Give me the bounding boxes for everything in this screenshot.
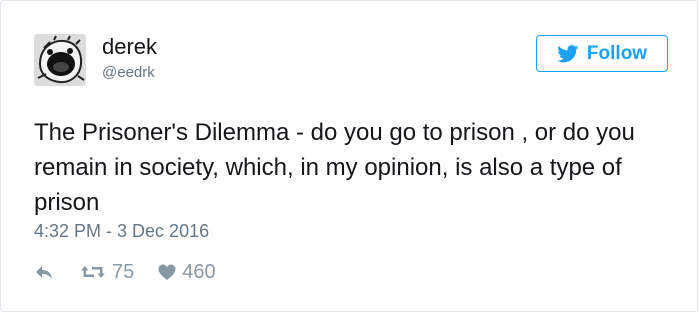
twitter-bird-icon <box>557 44 579 62</box>
heart-icon <box>158 264 176 280</box>
tweet-card: derek @eedrk Follow The Prisoner's Dilem… <box>0 0 698 312</box>
retweet-icon <box>81 266 105 278</box>
avatar[interactable] <box>34 34 86 86</box>
tweet-text: The Prisoner's Dilemma - do you go to pr… <box>34 119 635 216</box>
author-handle[interactable]: @eedrk <box>102 63 157 83</box>
author-block: derek @eedrk <box>102 34 157 83</box>
follow-button[interactable]: Follow <box>536 35 668 72</box>
retweet-count: 75 <box>112 260 135 283</box>
follow-button-label: Follow <box>586 42 648 64</box>
like-count: 460 <box>182 260 216 283</box>
reply-icon <box>36 266 52 279</box>
retweet-button[interactable]: 75 <box>80 261 134 284</box>
tweet-actions: 75 460 <box>34 259 216 285</box>
author-name[interactable]: derek <box>102 34 157 60</box>
like-button[interactable]: 460 <box>158 260 216 284</box>
screaming-face-avatar-icon <box>34 34 86 86</box>
reply-button[interactable] <box>34 264 54 280</box>
tweet-timestamp[interactable]: 4:32 PM - 3 Dec 2016 <box>34 221 209 242</box>
